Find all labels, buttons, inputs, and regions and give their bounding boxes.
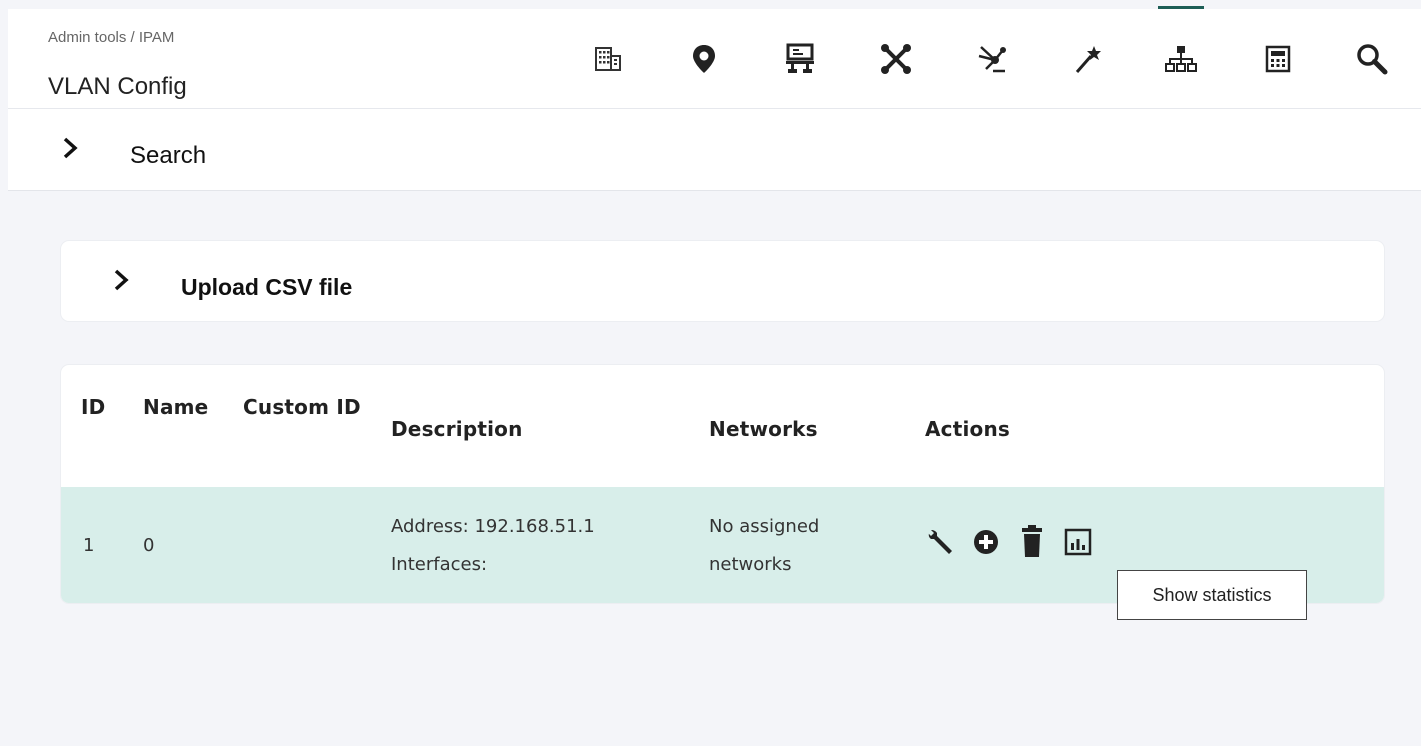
sitemap-icon: [1165, 46, 1197, 72]
magic-wand-icon: [1075, 46, 1101, 73]
toolbar-server-button[interactable]: [770, 9, 830, 109]
column-header-id[interactable]: ID: [81, 395, 105, 419]
search-icon: [1357, 44, 1388, 75]
toolbar-building-button[interactable]: [578, 9, 638, 109]
show-statistics-button[interactable]: [1061, 525, 1095, 559]
toolbar-calculator-button[interactable]: [1248, 9, 1308, 109]
calculator-icon: [1265, 45, 1291, 73]
column-header-networks[interactable]: Networks: [709, 417, 818, 441]
column-header-custom-id[interactable]: Custom ID: [243, 395, 361, 419]
app-window: Admin tools / IPAM VLAN Config Search Up…: [8, 6, 1421, 746]
search-section-toggle[interactable]: Search: [8, 109, 1421, 191]
network-graph-icon: [881, 44, 911, 74]
show-statistics-tooltip: Show statistics: [1117, 570, 1307, 620]
upload-csv-label: Upload CSV file: [181, 274, 353, 300]
row-actions: [923, 525, 1095, 559]
toolbar-location-button[interactable]: [674, 9, 734, 109]
column-header-description[interactable]: Description: [391, 417, 523, 441]
search-section-label: Search: [130, 142, 207, 169]
trash-icon: [1022, 525, 1042, 557]
breadcrumb[interactable]: Admin tools / IPAM: [48, 29, 174, 46]
plus-circle-icon: [974, 530, 998, 554]
toolbar-sitemap-button[interactable]: [1151, 6, 1211, 109]
upload-csv-section-toggle[interactable]: Upload CSV file: [60, 240, 1385, 322]
toolbar-network-button[interactable]: [866, 9, 926, 109]
chevron-right-icon: [114, 269, 129, 291]
toolbar-search-button[interactable]: [1342, 9, 1402, 109]
cell-description-address: Address: 192.168.51.1: [391, 516, 595, 537]
delete-button[interactable]: [1015, 525, 1049, 559]
page-header: Admin tools / IPAM VLAN Config: [8, 6, 1421, 109]
vlan-table: ID Name Custom ID Description Networks A…: [60, 364, 1385, 604]
link-icon: [978, 46, 1006, 73]
page-title: VLAN Config: [48, 73, 187, 100]
add-button[interactable]: [969, 525, 1003, 559]
location-pin-icon: [693, 45, 715, 73]
toolbar-wizard-button[interactable]: [1058, 9, 1118, 109]
edit-button[interactable]: [923, 525, 957, 559]
wrench-icon: [927, 529, 952, 554]
column-header-actions: Actions: [925, 417, 1011, 441]
cell-name: 0: [143, 535, 155, 556]
chevron-right-icon: [63, 137, 78, 159]
toolbar-link-button[interactable]: [962, 9, 1022, 109]
cell-description-interfaces: Interfaces:: [391, 554, 488, 575]
cell-networks-line1: No assigned: [709, 516, 820, 537]
cell-networks-line2: networks: [709, 554, 792, 575]
column-header-name[interactable]: Name: [143, 395, 208, 419]
building-icon: [595, 47, 621, 71]
statistics-icon: [1064, 528, 1092, 556]
server-icon: [786, 43, 814, 73]
cell-id: 1: [83, 535, 95, 556]
